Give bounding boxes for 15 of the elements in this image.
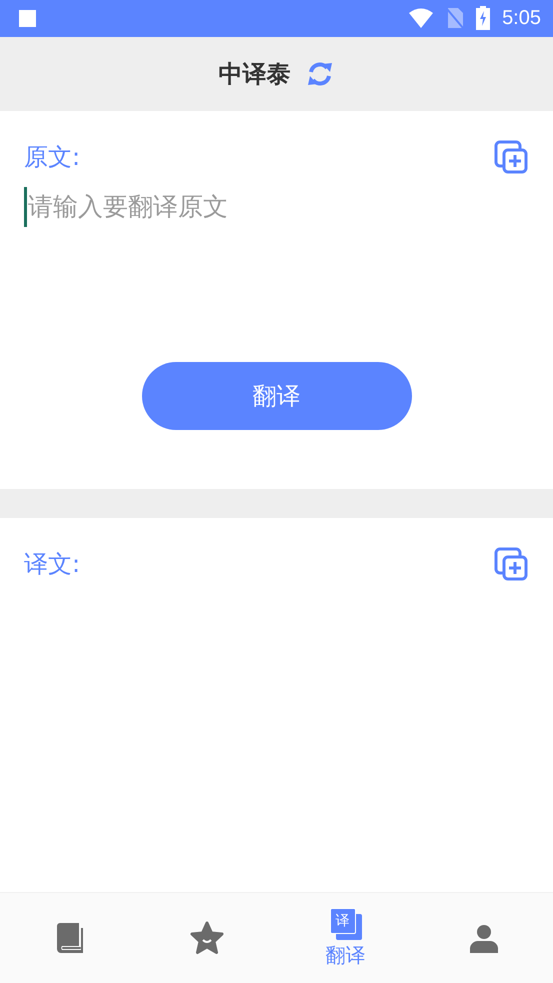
- translate-tab[interactable]: 译 翻译: [276, 893, 415, 983]
- status-time: 5:05: [502, 6, 541, 30]
- person-icon: [468, 922, 500, 954]
- no-sim-icon: [446, 7, 464, 30]
- notification-icon: [19, 10, 36, 27]
- source-input-field[interactable]: 请输入要翻译原文: [24, 186, 533, 227]
- source-label: 原文:: [24, 142, 80, 173]
- copy-icon[interactable]: [493, 138, 529, 175]
- star-icon: [189, 921, 226, 956]
- translate-button[interactable]: 翻译: [142, 362, 412, 430]
- result-label: 译文:: [24, 549, 80, 580]
- wifi-icon: [408, 8, 434, 28]
- copy-icon[interactable]: [493, 546, 529, 582]
- header-title: 中译泰: [218, 58, 290, 90]
- battery-icon: [476, 6, 490, 30]
